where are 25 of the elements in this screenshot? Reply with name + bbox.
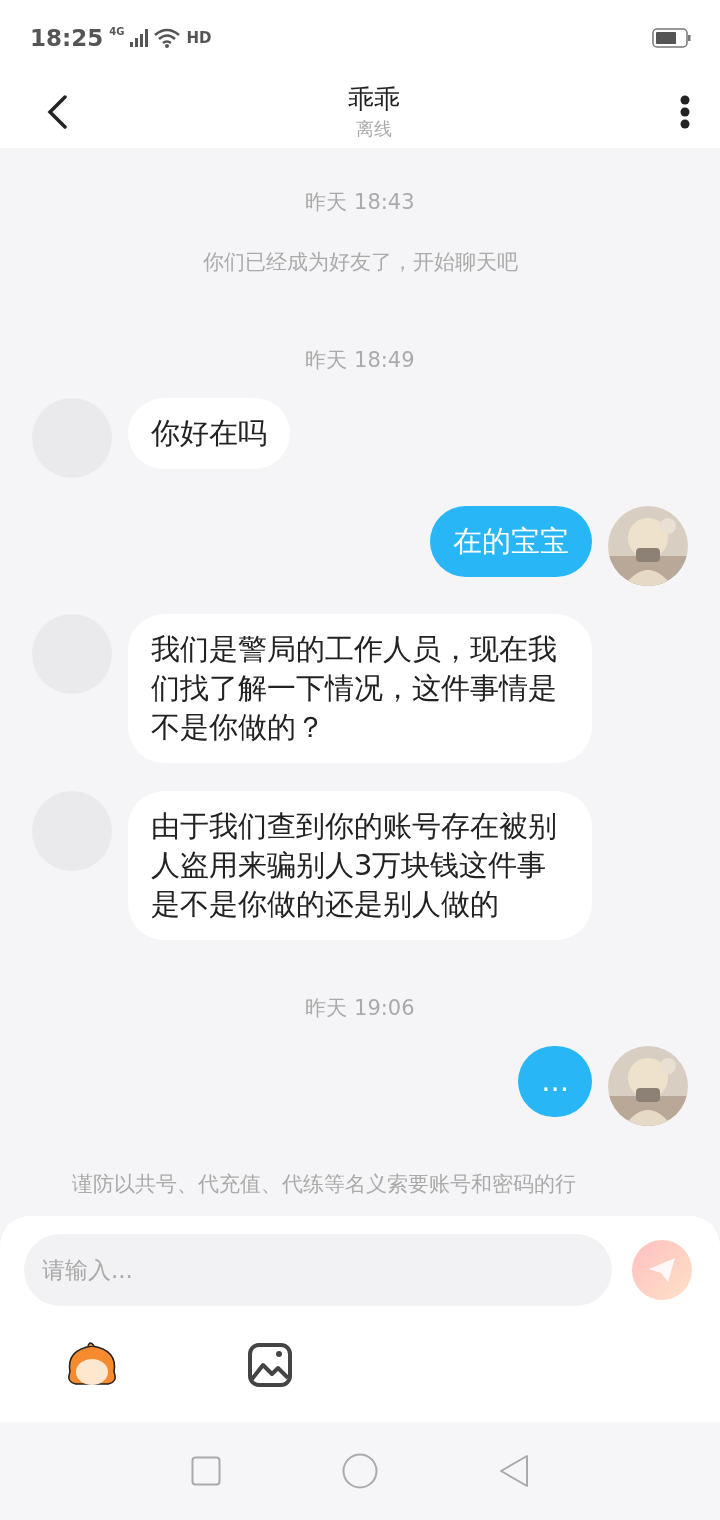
timestamp: 昨天 18:49 bbox=[305, 347, 415, 374]
signal-icon bbox=[130, 28, 149, 47]
timestamp: 昨天 19:06 bbox=[305, 995, 415, 1022]
hd-indicator: HD bbox=[186, 28, 212, 47]
timestamp: 昨天 18:43 bbox=[305, 189, 415, 216]
back-icon[interactable] bbox=[46, 94, 68, 129]
battery-icon bbox=[652, 27, 692, 48]
message-bubble: 由于我们查到你的账号存在被别人盗用来骗别人3万块钱这件事是不是你做的还是别人做的 bbox=[128, 791, 592, 940]
network-type: 4G bbox=[109, 26, 125, 37]
message-bubble: 在的宝宝 bbox=[430, 506, 592, 577]
home-icon[interactable] bbox=[342, 1453, 378, 1489]
message-bubble: 我们是警局的工作人员，现在我们找了解一下情况，这件事情是不是你做的？ bbox=[128, 614, 592, 763]
back-nav-icon[interactable] bbox=[499, 1454, 530, 1488]
message-input[interactable]: 请输入... bbox=[24, 1234, 612, 1306]
image-icon[interactable] bbox=[248, 1343, 292, 1387]
recents-icon[interactable] bbox=[190, 1456, 221, 1486]
wifi-icon bbox=[154, 27, 181, 48]
contact-name: 乖乖 bbox=[348, 83, 400, 116]
warning-notice: 谨防以共号、代充值、代练等名义索要账号和密码的行 bbox=[72, 1171, 577, 1198]
clock: 18:25 bbox=[30, 24, 104, 51]
message-bubble: 你好在吗 bbox=[128, 398, 290, 469]
message-bubble: ... bbox=[518, 1046, 592, 1117]
system-message: 你们已经成为好友了，开始聊天吧 bbox=[202, 249, 518, 276]
more-icon[interactable] bbox=[680, 94, 690, 129]
contact-status: 离线 bbox=[356, 117, 392, 141]
